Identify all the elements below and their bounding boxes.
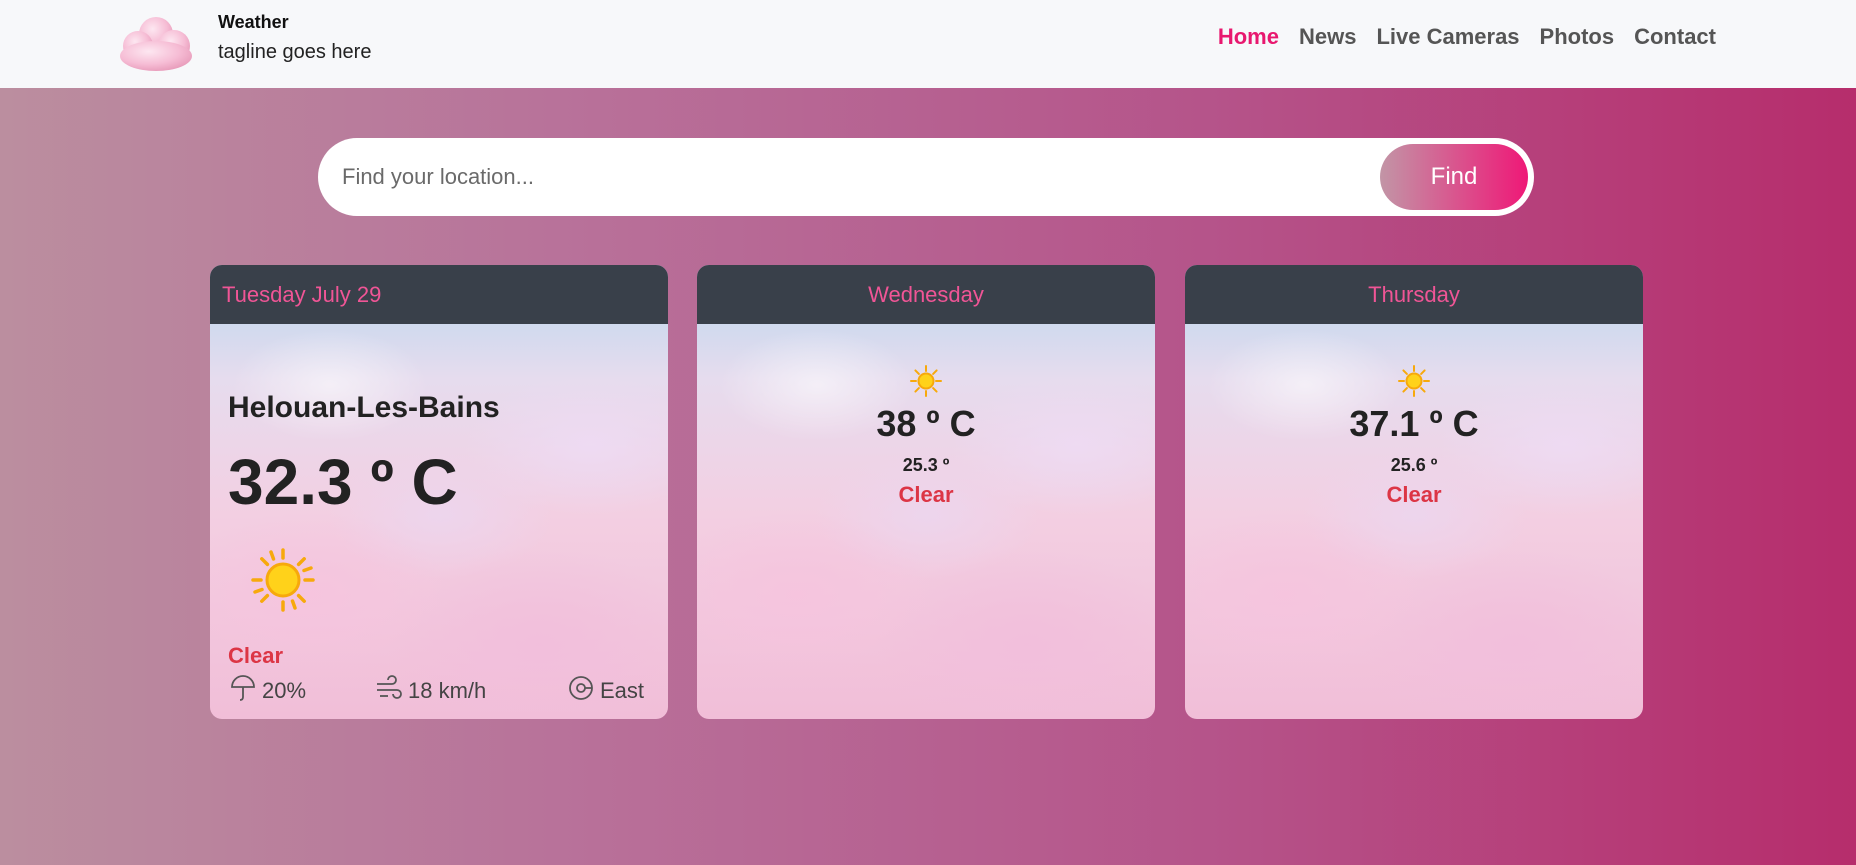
find-button[interactable]: Find	[1380, 144, 1528, 210]
humidity-stat: 20%	[228, 673, 306, 709]
umbrella-icon	[228, 673, 258, 709]
current-temperature: 32.3 º C	[228, 446, 458, 518]
nav-live-cameras[interactable]: Live Cameras	[1376, 24, 1519, 50]
wind-icon	[374, 673, 404, 709]
wind-speed-stat: 18 km/h	[374, 673, 486, 709]
nav-photos[interactable]: Photos	[1540, 24, 1615, 50]
site-header: Weather tagline goes here Home News Live…	[0, 0, 1856, 88]
sun-icon	[250, 547, 316, 613]
forecast-condition: Clear	[898, 482, 954, 507]
sun-icon	[1398, 365, 1430, 397]
forecast-condition: Clear	[1386, 482, 1442, 507]
wind-direction-stat: East	[566, 673, 644, 709]
forecast-card: Thursday 37.1 º C 25.6 º Clear	[1185, 265, 1643, 719]
condition-text: Clear	[228, 643, 284, 668]
forecast-card: Wednesday 38 º C 25.3 º Clear	[697, 265, 1155, 719]
search-bar: Find	[318, 138, 1534, 216]
humidity-value: 20%	[262, 678, 307, 703]
forecast-max-temp: 38 º C	[876, 403, 976, 444]
location-search-input[interactable]	[342, 156, 1342, 198]
nav-home[interactable]: Home	[1218, 24, 1279, 50]
site-tagline: tagline goes here	[218, 41, 372, 63]
wind-direction-value: East	[600, 678, 645, 703]
forecast-min-temp: 25.6 º	[1390, 455, 1438, 475]
forecast-day: Thursday	[1185, 265, 1643, 324]
cloud-logo-icon	[116, 10, 198, 74]
today-date: Tuesday July 29	[210, 265, 668, 324]
nav-contact[interactable]: Contact	[1634, 24, 1716, 50]
forecast-min-temp: 25.3 º	[902, 455, 950, 475]
forecast-max-temp: 37.1 º C	[1349, 403, 1479, 444]
city-name: Helouan-Les-Bains	[228, 391, 500, 424]
site-title: Weather	[218, 12, 289, 32]
forecast-day: Wednesday	[697, 265, 1155, 324]
nav-news[interactable]: News	[1299, 24, 1356, 50]
brand[interactable]: Weather tagline goes here	[116, 10, 371, 74]
compass-icon	[566, 673, 596, 709]
today-card: Tuesday July 29 Helouan-Les-Bains 32.3 º…	[210, 265, 668, 719]
sun-icon	[910, 365, 942, 397]
wind-speed-value: 18 km/h	[408, 678, 487, 703]
main-nav: Home News Live Cameras Photos Contact	[1218, 24, 1716, 50]
